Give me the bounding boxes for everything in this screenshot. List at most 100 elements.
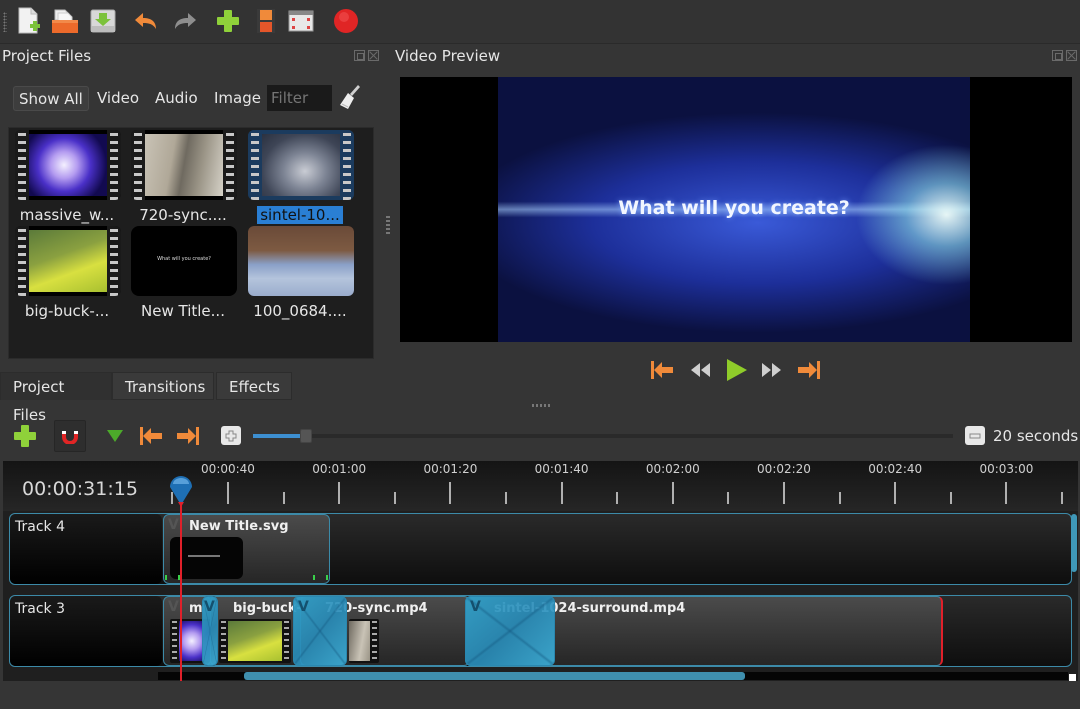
dock-close-icon[interactable] [1066, 50, 1077, 61]
zoom-level-label: 20 seconds [993, 427, 1079, 445]
clip-name: New Title.svg [189, 519, 289, 534]
clip-menu-icon[interactable]: V [168, 599, 179, 615]
timeline-vertical-scrollbar[interactable] [1071, 514, 1077, 572]
playhead-handle[interactable] [168, 475, 194, 507]
timeline-horizontal-scrollbar[interactable] [158, 672, 1068, 680]
export-video-button[interactable] [331, 6, 361, 36]
ruler-label: 00:01:20 [423, 462, 478, 476]
keyframe-marker [313, 575, 315, 580]
ruler-major-tick [560, 482, 563, 504]
clip-new-title[interactable]: V New Title.svg [163, 514, 330, 584]
tab-project-files[interactable]: Project Files [0, 372, 112, 424]
file-item[interactable]: 720-sync.... [128, 130, 238, 230]
zoom-out-button[interactable] [965, 426, 985, 445]
film-sprocket [15, 226, 29, 296]
import-files-button[interactable] [213, 6, 243, 36]
redo-icon [175, 13, 196, 29]
dock-float-icon[interactable] [354, 50, 365, 61]
track-header[interactable]: Track 4 [10, 514, 162, 584]
track-3[interactable]: Track 3 V m big-buck- 720-sync.mp4 sinte… [9, 595, 1072, 667]
previous-marker-button[interactable] [137, 422, 165, 450]
ruler-major-tick [1005, 482, 1008, 504]
filter-input[interactable] [267, 85, 332, 111]
new-project-button[interactable] [14, 6, 44, 36]
zoom-slider[interactable] [253, 429, 953, 443]
zoom-in-button[interactable] [221, 426, 241, 445]
film-strip-icon [257, 9, 275, 33]
file-thumbnail [248, 226, 354, 296]
ruler-major-tick [894, 482, 897, 504]
fullscreen-button[interactable] [286, 6, 316, 36]
transition-3[interactable]: V [465, 596, 555, 666]
file-thumbnail [131, 130, 237, 200]
jump-end-button[interactable] [795, 357, 823, 383]
project-files-title: Project Files [2, 47, 92, 65]
tab-transitions[interactable]: Transitions [112, 372, 214, 400]
file-item[interactable]: massive_w... [12, 130, 122, 230]
clip-big-buck-bunny[interactable]: big-buck- [210, 596, 305, 666]
rewind-button[interactable] [686, 357, 714, 383]
timeline-ruler[interactable]: 00:00:31:15 00:00:40 00:01:00 00:01:20 00:0… [3, 461, 1078, 511]
transition-menu-icon[interactable]: V [470, 599, 481, 615]
track-header[interactable]: Track 3 [10, 596, 162, 666]
transition-menu-icon[interactable]: V [298, 599, 309, 615]
video-preview-canvas[interactable]: What will you create? [400, 77, 1072, 342]
filter-image[interactable]: Image [209, 86, 266, 111]
file-item-selected[interactable]: sintel-10... [245, 130, 355, 230]
undo-icon [135, 13, 156, 29]
fast-forward-button[interactable] [758, 357, 786, 383]
ruler-label: 00:02:00 [645, 462, 700, 476]
file-thumbnail [15, 130, 121, 200]
track-name: Track 4 [15, 519, 65, 535]
transition-2[interactable]: V [293, 596, 347, 666]
file-thumbnail [248, 130, 354, 200]
project-files-list[interactable]: massive_w... 720-sync.... sintel-10... b… [8, 127, 374, 359]
filter-show-all[interactable]: Show All [13, 86, 89, 111]
clip-menu-icon[interactable]: V [168, 517, 179, 533]
dock-float-icon[interactable] [1052, 50, 1063, 61]
fullscreen-icon [288, 10, 314, 32]
ruler-label: 00:03:00 [979, 462, 1034, 476]
zoom-slider-handle[interactable] [300, 429, 312, 443]
snapping-toggle[interactable] [54, 420, 86, 452]
transition-1[interactable]: V [202, 596, 218, 666]
timeline[interactable]: 00:00:31:15 00:00:40 00:01:00 00:01:20 00:0… [3, 461, 1078, 681]
file-item[interactable]: What will you create? New Title... [128, 226, 238, 326]
ruler-minor-tick [616, 492, 619, 504]
filter-audio[interactable]: Audio [150, 86, 203, 111]
track-4[interactable]: Track 4 V New Title.svg [9, 513, 1072, 585]
tab-effects[interactable]: Effects [216, 372, 292, 400]
dock-close-icon[interactable] [368, 50, 379, 61]
toolbar-grip[interactable] [3, 12, 7, 32]
film-sprocket [107, 130, 121, 200]
vertical-splitter-handle[interactable] [386, 216, 390, 236]
undo-button[interactable] [132, 6, 162, 36]
marker-icon [107, 430, 123, 442]
filter-video[interactable]: Video [92, 86, 144, 111]
jump-start-button[interactable] [648, 357, 676, 383]
file-label: 100_0684.... [253, 302, 347, 320]
next-marker-button[interactable] [174, 422, 202, 450]
file-label: sintel-10... [245, 206, 355, 224]
file-thumbnail [15, 226, 121, 296]
clip-thumbnail [349, 619, 379, 663]
save-project-button[interactable] [88, 6, 118, 36]
file-item[interactable]: big-buck-... [12, 226, 122, 326]
transition-menu-icon[interactable]: V [204, 599, 215, 615]
file-label: big-buck-... [24, 302, 110, 320]
add-marker-button[interactable] [101, 422, 129, 450]
clear-filter-button[interactable] [338, 84, 362, 110]
profile-button[interactable] [251, 6, 281, 36]
add-track-button[interactable] [11, 422, 39, 450]
play-button[interactable] [722, 357, 750, 383]
ruler-major-tick [449, 482, 452, 504]
open-project-button[interactable] [50, 6, 80, 36]
file-item[interactable]: 100_0684.... [245, 226, 355, 326]
horizontal-splitter-handle[interactable] [532, 404, 552, 407]
preview-frame: What will you create? [498, 77, 970, 342]
horizontal-scrollbar-thumb[interactable] [244, 672, 745, 680]
redo-button[interactable] [169, 6, 199, 36]
jump-end-icon [177, 427, 199, 445]
zoom-in-icon [225, 430, 237, 441]
jump-start-icon [140, 427, 162, 445]
